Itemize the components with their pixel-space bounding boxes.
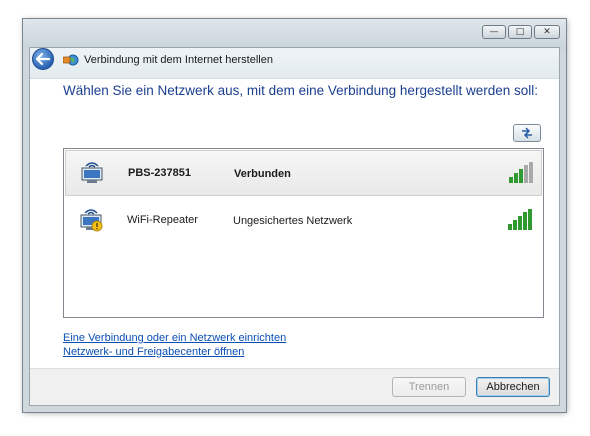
signal-bar [524,165,528,183]
back-button[interactable] [32,48,54,70]
signal-bar [528,209,532,230]
network-name: PBS-237851 [128,167,191,179]
setup-connection-link[interactable]: Eine Verbindung oder ein Netzwerk einric… [63,331,286,345]
network-globe-icon [63,54,79,66]
signal-bar [513,220,517,230]
network-center-link[interactable]: Netzwerk- und Freigabecenter öffnen [63,345,286,359]
network-row[interactable]: PBS-237851 Verbunden [65,150,542,196]
network-row[interactable]: WiFi-Repeater Ungesichertes Netzwerk [65,198,542,244]
close-icon: ✕ [543,27,551,37]
client-area: Verbindung mit dem Internet herstellen W… [29,47,560,406]
close-button[interactable]: ✕ [534,25,560,39]
refresh-button[interactable] [513,124,541,142]
maximize-icon: □ [515,27,525,37]
network-name: WiFi-Repeater [127,214,198,226]
signal-strength-icon [509,162,533,183]
signal-bar [518,216,522,230]
dialog-footer: Trennen Abbrechen [30,368,559,405]
back-arrow-icon [36,53,50,65]
signal-strength-icon [508,209,532,230]
maximize-button[interactable]: □ [508,25,532,39]
disconnect-button[interactable]: Trennen [392,377,466,397]
signal-bar [529,162,533,183]
links-area: Eine Verbindung oder ein Netzwerk einric… [63,331,286,359]
minimize-icon: — [489,27,499,37]
signal-bar [519,169,523,183]
page-heading: Wählen Sie ein Netzwerk aus, mit dem ein… [63,83,538,98]
signal-bar [523,212,527,230]
dialog-window: — □ ✕ Verbindung mit dem Internet herste… [22,18,567,413]
cancel-button[interactable]: Abbrechen [476,377,550,397]
signal-bar [508,224,512,230]
network-list: PBS-237851 Verbunden WiFi-Repeater Unges… [63,148,544,318]
caption-buttons: — □ ✕ [482,25,560,39]
dialog-header: Verbindung mit dem Internet herstellen [30,48,559,79]
signal-bar [509,177,513,183]
signal-bar [514,173,518,183]
network-status: Verbunden [234,168,291,180]
refresh-icon [522,127,532,139]
wireless-network-icon [81,162,103,183]
unsecured-network-icon [80,209,103,232]
network-status: Ungesichertes Netzwerk [233,215,353,227]
title-bar: — □ ✕ [23,19,566,49]
window-title: Verbindung mit dem Internet herstellen [84,54,273,66]
minimize-button[interactable]: — [482,25,506,39]
